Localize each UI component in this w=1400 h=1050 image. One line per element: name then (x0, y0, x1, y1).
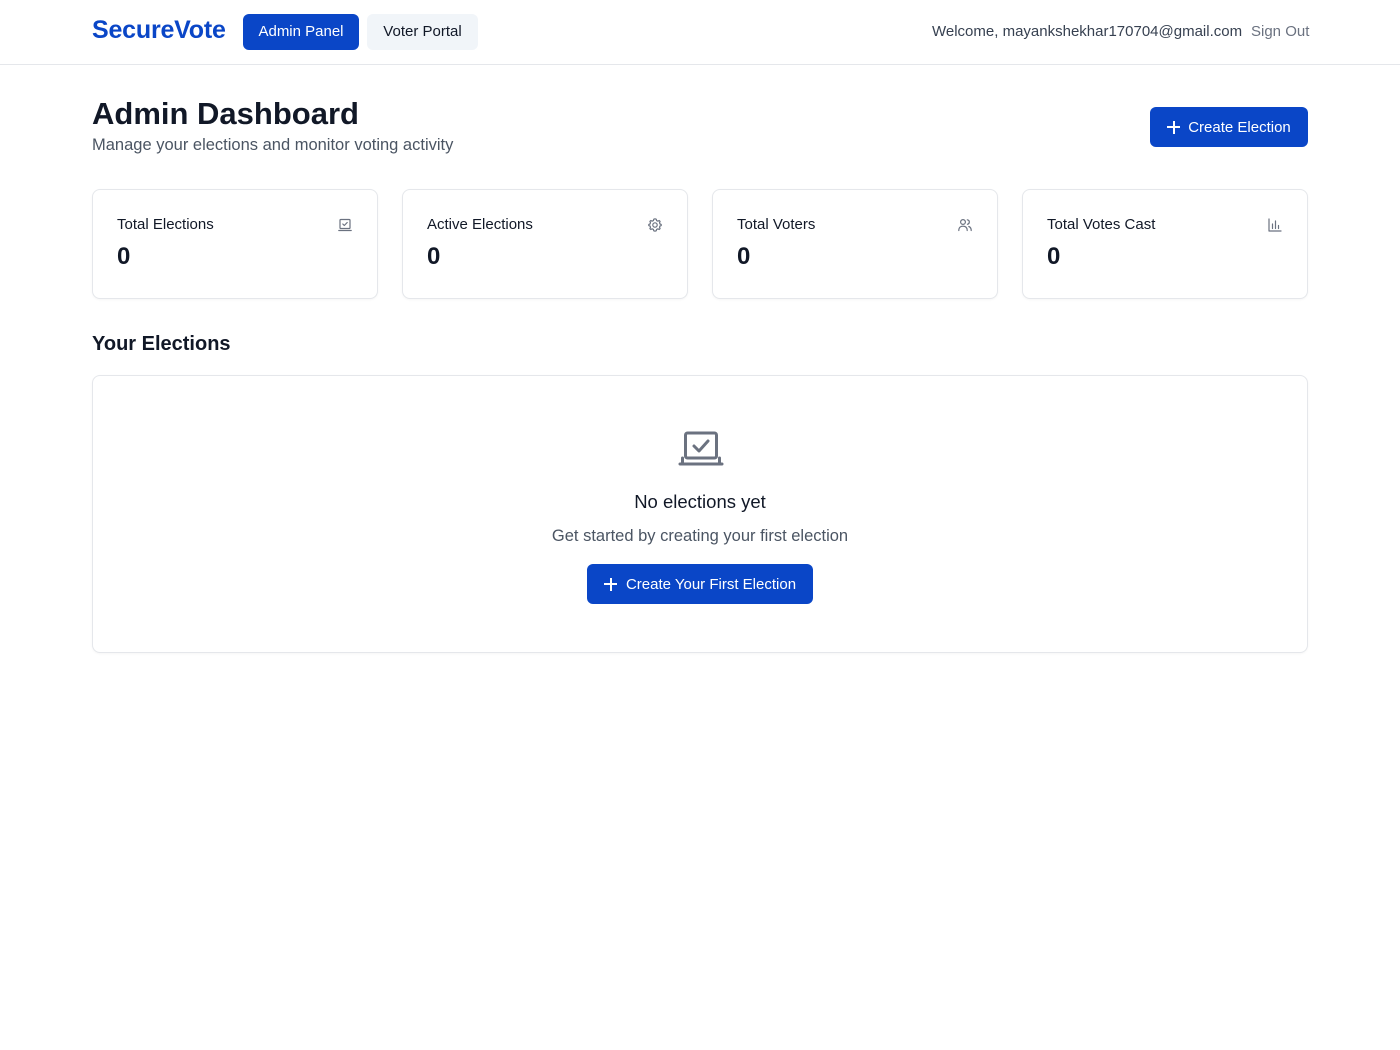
stat-card-total-voters: Total Voters 0 (712, 189, 998, 299)
bar-chart-icon (1267, 217, 1283, 233)
stat-value: 0 (1047, 243, 1061, 270)
create-first-election-button[interactable]: Create Your First Election (587, 564, 813, 604)
ballot-box-icon (678, 431, 724, 467)
create-election-button[interactable]: Create Election (1150, 107, 1308, 147)
stat-label: Total Voters (737, 216, 816, 233)
voter-portal-button[interactable]: Voter Portal (367, 14, 478, 50)
stat-value: 0 (117, 243, 131, 270)
create-first-election-label: Create Your First Election (625, 575, 797, 593)
create-election-label: Create Election (1188, 118, 1291, 136)
ballot-box-icon (337, 217, 353, 233)
empty-state-text: Get started by creating your first elect… (551, 527, 849, 545)
plus-icon (1167, 120, 1181, 134)
stat-card-total-elections: Total Elections 0 (92, 189, 378, 299)
admin-panel-button[interactable]: Admin Panel (243, 14, 359, 50)
empty-state-title: No elections yet (634, 491, 766, 512)
plus-icon (603, 577, 617, 591)
top-navbar: SecureVote Admin Panel Voter Portal Welc… (0, 0, 1400, 65)
gear-icon (647, 217, 663, 233)
stat-value: 0 (427, 243, 441, 270)
users-icon (957, 217, 973, 233)
elections-empty-state: No elections yet Get started by creating… (92, 375, 1308, 653)
brand-logo[interactable]: SecureVote (92, 16, 226, 45)
page-title: Admin Dashboard (92, 96, 359, 131)
stat-label: Active Elections (427, 216, 533, 233)
stat-value: 0 (737, 243, 751, 270)
stat-card-total-votes-cast: Total Votes Cast 0 (1022, 189, 1308, 299)
sign-out-link[interactable]: Sign Out (1251, 23, 1309, 40)
page-subtitle: Manage your elections and monitor voting… (92, 136, 454, 154)
your-elections-heading: Your Elections (92, 333, 231, 355)
stat-card-active-elections: Active Elections 0 (402, 189, 688, 299)
stat-label: Total Votes Cast (1047, 216, 1156, 233)
stat-label: Total Elections (117, 216, 214, 233)
welcome-text: Welcome, mayankshekhar170704@gmail.com (932, 23, 1243, 40)
